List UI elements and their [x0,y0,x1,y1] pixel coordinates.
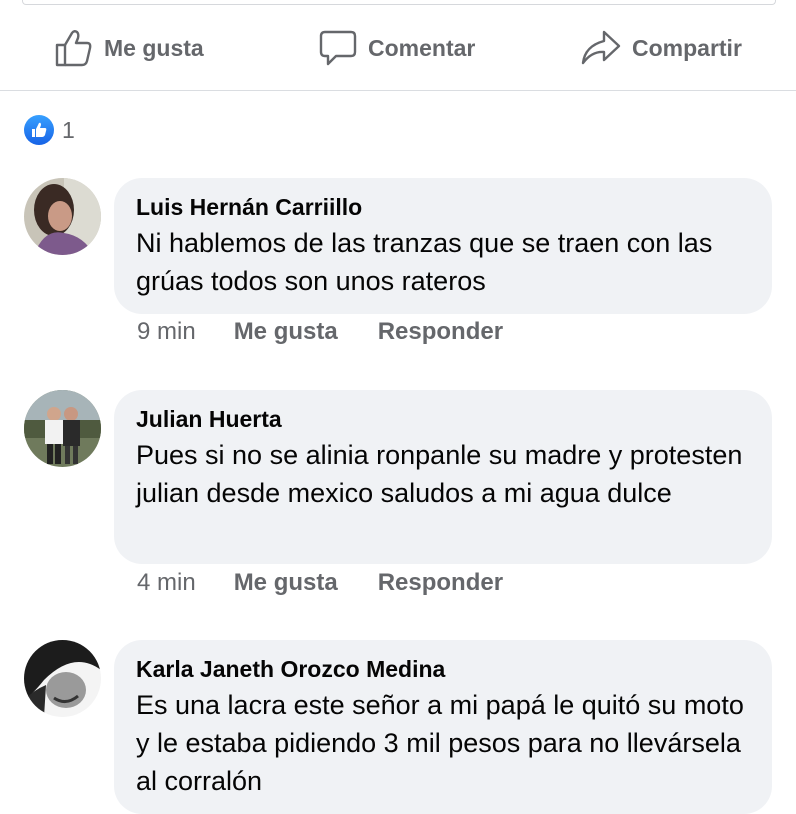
comment-like-button[interactable]: Me gusta [234,569,338,597]
comment-bubble: Luis Hernán Carriillo Ni hablemos de las… [114,178,772,314]
like-icon [24,115,54,145]
comment-like-button[interactable]: Me gusta [234,318,338,346]
post-action-bar: Me gusta Comentar Compartir [0,18,796,80]
avatar[interactable] [24,390,101,467]
comment-bubble: Julian Huerta Pues si no se alinia ronpa… [114,390,772,564]
comment-reply-button[interactable]: Responder [378,318,503,346]
comment-text: Es una lacra este señor a mi papá le qui… [136,690,744,796]
like-button[interactable]: Me gusta [54,28,204,68]
comment-bubble: Karla Janeth Orozco Medina Es una lacra … [114,640,772,814]
like-button-label: Me gusta [104,34,204,61]
share-button[interactable]: Compartir [580,28,742,68]
comment-author[interactable]: Julian Huerta [136,404,748,434]
reactions-summary[interactable]: 1 [24,115,75,145]
share-icon [581,30,621,65]
comment-time[interactable]: 9 min [137,318,196,346]
comment-icon [319,30,357,66]
comment-button[interactable]: Comentar [318,28,475,68]
comment-author[interactable]: Karla Janeth Orozco Medina [136,654,748,684]
avatar[interactable] [24,178,101,255]
avatar[interactable] [24,640,101,717]
previous-post-box [22,0,776,5]
comment-button-label: Comentar [368,34,476,61]
divider [0,90,796,91]
thumbs-up-icon [55,30,92,67]
share-button-label: Compartir [632,34,742,61]
comment-text: Ni hablemos de las tranzas que se traen … [136,228,713,296]
comment-meta: 9 min Me gusta Responder [137,318,503,346]
comment-text: Pues si no se alinia ronpanle su madre y… [136,440,743,508]
comment-time[interactable]: 4 min [137,569,196,597]
comment-author[interactable]: Luis Hernán Carriillo [136,192,748,222]
reaction-count: 1 [62,116,75,143]
comment-reply-button[interactable]: Responder [378,569,503,597]
comment-meta: 4 min Me gusta Responder [137,569,503,597]
